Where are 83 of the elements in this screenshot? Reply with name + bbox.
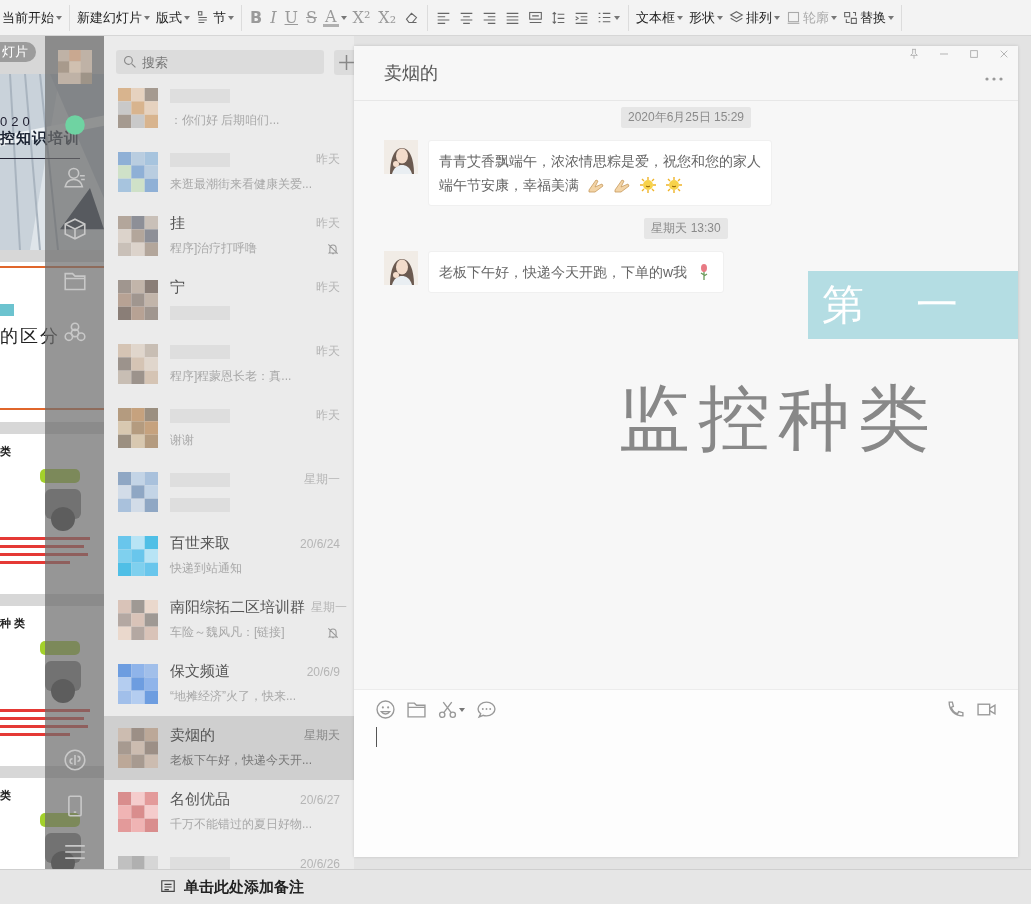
- slide-title: 类: [0, 788, 11, 803]
- timestamp: 星期天 13:30: [644, 218, 728, 239]
- toolbar-button[interactable]: X²: [349, 6, 374, 29]
- slide-text: 020: [0, 114, 34, 129]
- avatar-icon[interactable]: [57, 50, 92, 84]
- slide-mode-button[interactable]: 灯片: [0, 42, 36, 62]
- chat-preview: 千万不能错过的夏日好物...: [170, 816, 312, 833]
- contacts-icon[interactable]: [63, 166, 86, 188]
- chat-preview: 快递到站通知: [170, 560, 242, 577]
- folder-icon[interactable]: [407, 700, 426, 719]
- phone-icon[interactable]: [946, 700, 965, 719]
- chapter-label: 第 一: [808, 271, 1018, 339]
- line-spacing-icon: [551, 10, 567, 25]
- toolbar-button[interactable]: S: [303, 6, 320, 29]
- chat-preview: “地摊经济”火了，快来...: [170, 688, 296, 705]
- sun-emoji: [665, 176, 683, 194]
- toolbar-button[interactable]: 排列: [727, 6, 783, 29]
- chat-preview: ：你们好 后期咱们...: [170, 112, 280, 129]
- chat-name: 保文频道: [170, 662, 230, 681]
- toolbar-button[interactable]: X₂: [375, 6, 400, 29]
- toolbar-button[interactable]: 当前开始: [0, 6, 64, 29]
- toolbar-button[interactable]: 新建幻灯片: [75, 6, 152, 29]
- sun-emoji: [639, 176, 657, 194]
- chat-preview: 来逛最潮街来看健康关爱...: [170, 176, 312, 193]
- eraser-icon: [404, 10, 420, 25]
- more-icon[interactable]: [984, 76, 1004, 82]
- chat-preview: 老板下午好，快递今天开...: [170, 752, 312, 769]
- chat-preview: 谢谢: [170, 432, 194, 449]
- toolbar-button[interactable]: 版式: [154, 6, 192, 29]
- notes-field[interactable]: 单击此处添加备注: [160, 877, 304, 897]
- align-center-icon: [459, 10, 475, 25]
- smiley-icon[interactable]: [376, 700, 395, 719]
- outline-icon: [786, 10, 802, 25]
- close-icon[interactable]: [998, 48, 1010, 60]
- plus-icon: [337, 52, 354, 72]
- message-text: 老板下午好，快递今天开跑，下单的w我: [439, 263, 688, 282]
- add-button[interactable]: [334, 49, 354, 75]
- replace-icon: [843, 10, 859, 25]
- cube-icon[interactable]: [63, 218, 86, 240]
- chat-name: 名创优品: [170, 790, 230, 809]
- indent-icon: [574, 10, 590, 25]
- message-text: 青青艾香飘端午，浓浓情思粽是爱，祝您和您的家人: [439, 152, 761, 171]
- toolbar-button[interactable]: 替换: [841, 6, 897, 29]
- chat-item[interactable]: 卖烟的 星期天 老板下午好，快递今天开...: [104, 716, 354, 780]
- search-icon: [123, 55, 137, 69]
- toolbar-button[interactable]: 文本框: [634, 6, 686, 29]
- chat-preview: 程序]程蒙恩长老：真...: [170, 368, 292, 385]
- toolbar-button[interactable]: 形状: [687, 6, 726, 29]
- chat-time: 星期天: [304, 727, 340, 744]
- scissors-icon[interactable]: [438, 700, 457, 719]
- list-icon: [597, 10, 613, 25]
- slide-title: 类: [0, 444, 11, 459]
- link-icon[interactable]: [63, 749, 86, 771]
- slide-title: 监控种类: [618, 377, 939, 460]
- text-cursor: [376, 727, 377, 747]
- search-field[interactable]: 搜索: [116, 50, 324, 74]
- slide-title: 种 类: [0, 616, 26, 631]
- caret-icon: [459, 707, 465, 712]
- chat-name: 宁: [170, 278, 185, 297]
- align-left-icon: [436, 10, 452, 25]
- notes-icon: [160, 879, 176, 895]
- layers-icon: [729, 10, 745, 25]
- flower-icon[interactable]: [63, 322, 86, 344]
- toolbar-button[interactable]: 节: [194, 6, 236, 29]
- align-right-icon: [482, 10, 498, 25]
- message-text: 端午节安康，幸福美满: [439, 176, 579, 195]
- chat-name: 卖烟的: [170, 726, 215, 745]
- chat-name: 南阳综拓二区培训群: [170, 598, 305, 617]
- toolbar-button[interactable]: A: [322, 6, 348, 29]
- chat-name: 挂: [170, 214, 185, 233]
- chat-preview: 程序]治疗打呼噜: [170, 240, 258, 257]
- chat-bubble-icon[interactable]: [477, 700, 496, 719]
- notes-placeholder: 单击此处添加备注: [184, 877, 304, 897]
- chat-name: 百世来取: [170, 534, 230, 553]
- folder-icon[interactable]: [63, 270, 86, 292]
- pin-icon[interactable]: [908, 48, 920, 60]
- timestamp: 2020年6月25日 15:29: [620, 107, 752, 128]
- chat-preview: 车险～魏风凡：[链接]: [170, 624, 285, 641]
- maximize-icon[interactable]: [968, 48, 980, 60]
- justify-icon: [505, 10, 521, 25]
- chat-title: 卖烟的: [384, 62, 438, 85]
- badge-mark: [0, 304, 14, 316]
- distribute-icon: [528, 10, 544, 25]
